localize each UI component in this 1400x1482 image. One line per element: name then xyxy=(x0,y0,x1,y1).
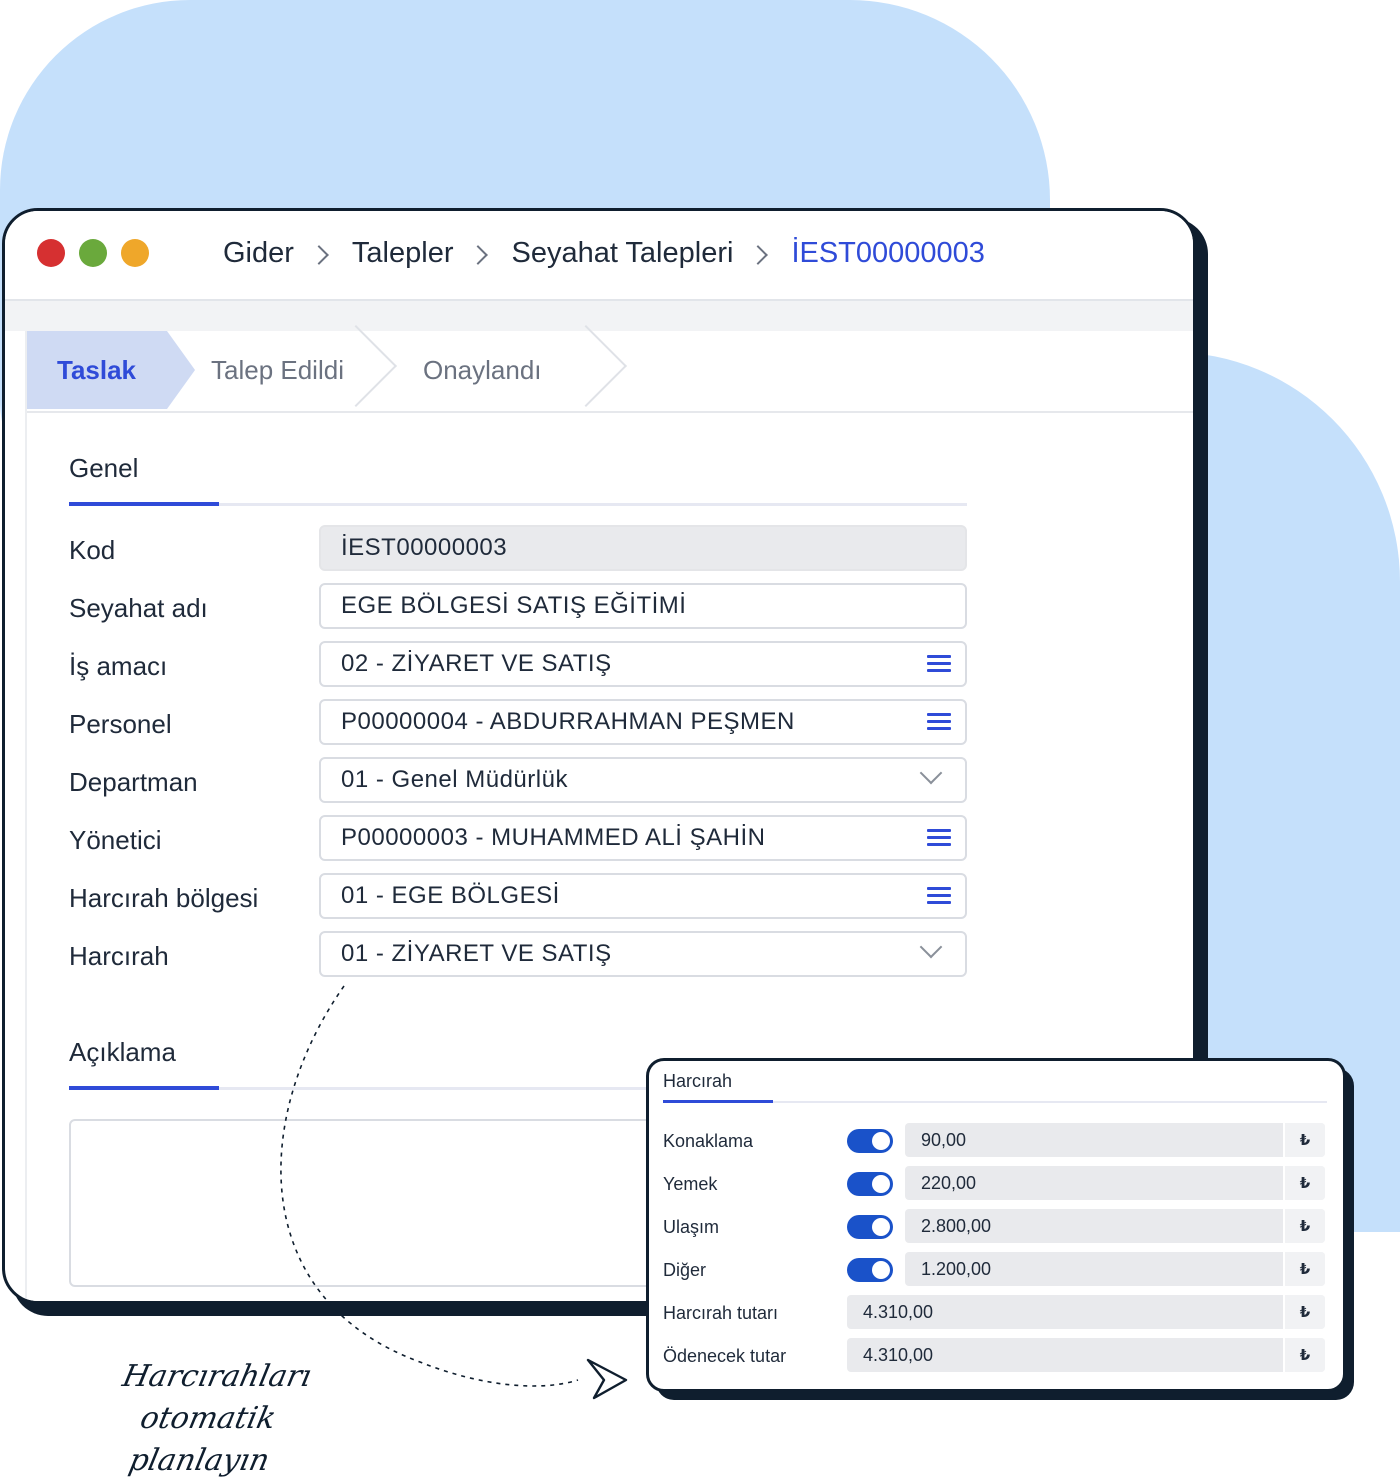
step-taslak[interactable]: Taslak xyxy=(27,331,167,409)
minimize-window-button[interactable] xyxy=(79,239,107,267)
odenecek-tutar-field: 4.310,00 ₺ xyxy=(847,1338,1325,1372)
chevron-right-icon xyxy=(309,245,329,265)
yemek-value: 220,00 xyxy=(921,1172,977,1193)
popup-underline xyxy=(663,1100,1327,1103)
lira-icon: ₺ xyxy=(1283,1338,1325,1372)
breadcrumb-gider[interactable]: Gider xyxy=(223,237,294,270)
label-harcirah-tutari: Harcırah tutarı xyxy=(663,1303,779,1323)
yemek-amount[interactable]: 220,00 ₺ xyxy=(905,1166,1325,1200)
toggle-diger[interactable] xyxy=(847,1258,893,1282)
lira-icon: ₺ xyxy=(1283,1295,1325,1329)
departman-select[interactable]: 01 - Genel Müdürlük xyxy=(319,757,967,803)
list-icon[interactable] xyxy=(927,829,951,847)
lira-icon: ₺ xyxy=(1283,1166,1325,1200)
harcirah-value: 01 - ZİYARET VE SATIŞ xyxy=(341,940,612,967)
harcirah-bolgesi-value: 01 - EGE BÖLGESİ xyxy=(341,882,560,909)
breadcrumb-seyahat-talepleri[interactable]: Seyahat Talepleri xyxy=(511,237,733,270)
harcirah-tutari-value: 4.310,00 xyxy=(863,1301,934,1322)
breadcrumb: Gider Talepler Seyahat Talepleri İEST000… xyxy=(223,231,985,275)
ulasim-value: 2.800,00 xyxy=(921,1215,992,1236)
step-arrow xyxy=(167,331,195,409)
label-kod: Kod xyxy=(69,535,116,565)
personel-value: P00000004 - ABDURRAHMAN PEŞMEN xyxy=(341,708,795,735)
lira-icon: ₺ xyxy=(1283,1252,1325,1286)
harcirah-tutari-field: 4.310,00 ₺ xyxy=(847,1295,1325,1329)
label-odenecek-tutar: Ödenecek tutar xyxy=(663,1346,787,1366)
list-icon[interactable] xyxy=(927,655,951,673)
chevron-right-icon xyxy=(748,245,769,265)
toggle-konaklama[interactable] xyxy=(847,1129,893,1153)
close-window-button[interactable] xyxy=(37,239,65,267)
konaklama-value: 90,00 xyxy=(921,1129,967,1150)
harcirah-popup: Harcırah Konaklama 90,00 ₺ Yemek 220,00 ₺ … xyxy=(646,1058,1346,1392)
aciklama-textarea[interactable] xyxy=(69,1119,709,1287)
section-underline xyxy=(69,502,967,506)
step-divider xyxy=(544,324,628,408)
label-ulasim: Ulaşım xyxy=(663,1217,720,1237)
ulasim-amount[interactable]: 2.800,00 ₺ xyxy=(905,1209,1325,1243)
label-is-amaci: İş amacı xyxy=(69,651,168,681)
label-diger: Diğer xyxy=(663,1260,707,1280)
step-onaylandi[interactable]: Onaylandı xyxy=(423,331,542,409)
diger-amount[interactable]: 1.200,00 ₺ xyxy=(905,1252,1325,1286)
chevron-down-icon xyxy=(919,761,943,785)
harcirah-select[interactable]: 01 - ZİYARET VE SATIŞ xyxy=(319,931,967,977)
breadcrumb-current: İEST00000003 xyxy=(791,236,985,269)
is-amaci-lookup[interactable]: 02 - ZİYARET VE SATIŞ xyxy=(319,641,967,687)
harcirah-bolgesi-lookup[interactable]: 01 - EGE BÖLGESİ xyxy=(319,873,967,919)
list-icon[interactable] xyxy=(927,887,951,905)
label-yemek: Yemek xyxy=(663,1174,718,1194)
list-icon[interactable] xyxy=(927,713,951,731)
toolbar-strip xyxy=(5,301,1193,331)
section-title-aciklama: Açıklama xyxy=(69,1037,176,1067)
label-departman: Departman xyxy=(69,767,198,797)
konaklama-amount[interactable]: 90,00 ₺ xyxy=(905,1123,1325,1157)
lira-icon: ₺ xyxy=(1283,1209,1325,1243)
step-label: Onaylandı xyxy=(423,354,542,385)
yonetici-value: P00000003 - MUHAMMED ALİ ŞAHİN xyxy=(341,824,766,851)
yonetici-lookup[interactable]: P00000003 - MUHAMMED ALİ ŞAHİN xyxy=(319,815,967,861)
diger-value: 1.200,00 xyxy=(921,1258,992,1279)
maximize-window-button[interactable] xyxy=(121,239,149,267)
kod-field: İEST00000003 xyxy=(319,525,967,571)
seyahat-adi-input[interactable]: EGE BÖLGESİ SATIŞ EĞİTİMİ xyxy=(319,583,967,629)
section-title-genel: Genel xyxy=(69,453,139,483)
label-personel: Personel xyxy=(69,709,172,739)
popup-title: Harcırah xyxy=(663,1071,733,1091)
label-harcirah: Harcırah xyxy=(69,941,169,971)
breadcrumb-talepler[interactable]: Talepler xyxy=(352,237,454,270)
odenecek-tutar-value: 4.310,00 xyxy=(863,1344,934,1365)
label-harcirah-bolgesi: Harcırah bölgesi xyxy=(69,883,259,913)
kod-value: İEST00000003 xyxy=(341,534,508,561)
departman-value: 01 - Genel Müdürlük xyxy=(341,766,568,793)
label-seyahat-adi: Seyahat adı xyxy=(69,593,208,623)
chevron-right-icon xyxy=(468,245,489,265)
seyahat-adi-value: EGE BÖLGESİ SATIŞ EĞİTİMİ xyxy=(341,592,687,619)
step-label: Talep Edildi xyxy=(211,354,344,385)
toggle-yemek[interactable] xyxy=(847,1172,893,1196)
step-talep-edildi[interactable]: Talep Edildi xyxy=(211,331,344,409)
label-konaklama: Konaklama xyxy=(663,1131,754,1151)
lira-icon: ₺ xyxy=(1283,1123,1325,1157)
label-yonetici: Yönetici xyxy=(69,825,162,855)
chevron-down-icon xyxy=(919,935,943,959)
personel-lookup[interactable]: P00000004 - ABDURRAHMAN PEŞMEN xyxy=(319,699,967,745)
tagline: Harcırahları otomatik planlayın xyxy=(35,1356,382,1482)
toggle-ulasim[interactable] xyxy=(847,1215,893,1239)
title-bar: Gider Talepler Seyahat Talepleri İEST000… xyxy=(5,211,1193,301)
status-steps: Taslak Talep Edildi Onaylandı xyxy=(27,324,1193,413)
tagline-line1: Harcırahları otomatik xyxy=(119,1359,315,1436)
step-label: Taslak xyxy=(57,354,137,385)
is-amaci-value: 02 - ZİYARET VE SATIŞ xyxy=(341,650,612,677)
